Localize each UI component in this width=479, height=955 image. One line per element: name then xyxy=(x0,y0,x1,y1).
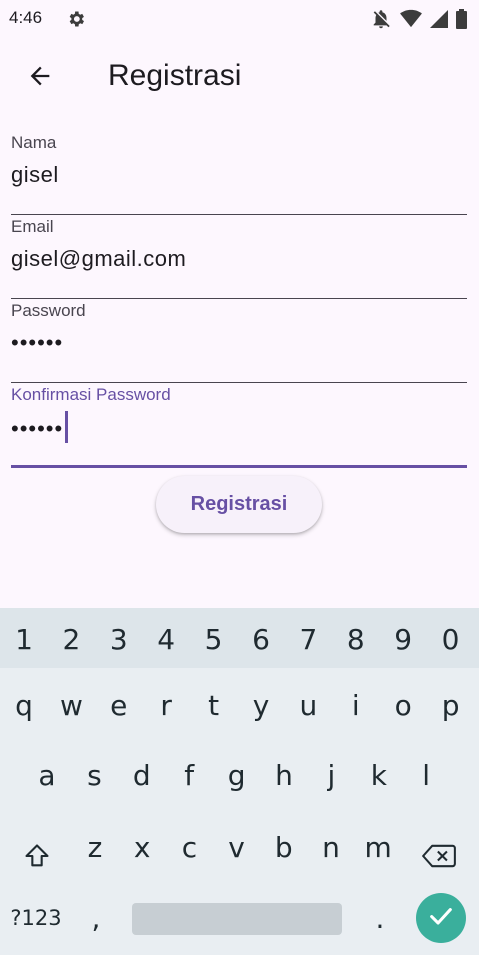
key-letter-row2-7[interactable]: k xyxy=(359,750,399,800)
key-letter-row3-1[interactable]: x xyxy=(122,822,162,872)
symbols-key[interactable]: ?123 xyxy=(4,898,68,938)
page-title: Registrasi xyxy=(108,59,242,92)
key-letter-row3-2[interactable]: c xyxy=(169,822,209,872)
wifi-icon xyxy=(400,9,422,29)
back-button[interactable] xyxy=(18,56,62,100)
register-button[interactable]: Registrasi xyxy=(156,476,322,533)
keyboard: 1234567890 qwertyuiop asdfghjkl zxcvbnm … xyxy=(0,608,479,955)
notifications-off-icon xyxy=(370,8,392,30)
key-number-6[interactable]: 7 xyxy=(288,614,328,664)
key-letter-row3-0[interactable]: z xyxy=(75,822,115,872)
status-bar: 4:46 xyxy=(0,0,479,38)
key-letter-row1-0[interactable]: q xyxy=(4,680,44,730)
enter-key[interactable] xyxy=(416,893,466,943)
key-number-0[interactable]: 1 xyxy=(4,614,44,664)
confirm-password-value-wrap: •••••• xyxy=(11,411,68,446)
text-cursor xyxy=(65,411,68,443)
key-letter-row2-6[interactable]: j xyxy=(311,750,351,800)
key-letter-row1-2[interactable]: e xyxy=(99,680,139,730)
key-number-2[interactable]: 3 xyxy=(99,614,139,664)
email-underline xyxy=(11,297,467,299)
shift-key[interactable] xyxy=(12,834,62,884)
space-bar[interactable] xyxy=(132,903,342,935)
key-number-1[interactable]: 2 xyxy=(51,614,91,664)
password-value: •••••• xyxy=(11,330,64,355)
key-number-7[interactable]: 8 xyxy=(336,614,376,664)
email-value: gisel@gmail.com xyxy=(11,246,187,271)
key-letter-row3-3[interactable]: v xyxy=(217,822,257,872)
period-key[interactable]: . xyxy=(362,898,398,938)
password-field[interactable]: Password •••••• xyxy=(11,301,467,383)
confirm-password-underline xyxy=(11,465,467,468)
key-letter-row2-3[interactable]: f xyxy=(169,750,209,800)
key-letter-row2-2[interactable]: d xyxy=(122,750,162,800)
key-number-4[interactable]: 5 xyxy=(194,614,234,664)
key-letter-row1-3[interactable]: r xyxy=(146,680,186,730)
key-letter-row3-5[interactable]: n xyxy=(311,822,351,872)
key-letter-row1-1[interactable]: w xyxy=(51,680,91,730)
backspace-key[interactable] xyxy=(414,834,464,884)
key-letter-row1-5[interactable]: y xyxy=(241,680,281,730)
password-label: Password xyxy=(11,301,86,320)
signal-icon xyxy=(430,10,448,28)
check-icon xyxy=(427,902,455,935)
key-letter-row1-6[interactable]: u xyxy=(288,680,328,730)
confirm-password-field[interactable]: Konfirmasi Password •••••• xyxy=(11,385,467,468)
key-letter-row1-7[interactable]: i xyxy=(336,680,376,730)
key-number-5[interactable]: 6 xyxy=(241,614,281,664)
key-letter-row2-1[interactable]: s xyxy=(74,750,114,800)
key-letter-row2-0[interactable]: a xyxy=(27,750,67,800)
key-letter-row3-4[interactable]: b xyxy=(264,822,304,872)
key-letter-row1-8[interactable]: o xyxy=(383,680,423,730)
password-underline xyxy=(11,381,467,383)
key-letter-row2-5[interactable]: h xyxy=(264,750,304,800)
email-label: Email xyxy=(11,217,54,236)
key-number-3[interactable]: 4 xyxy=(146,614,186,664)
key-number-8[interactable]: 9 xyxy=(383,614,423,664)
battery-icon xyxy=(456,9,467,29)
status-time: 4:46 xyxy=(9,8,43,27)
key-letter-row2-8[interactable]: l xyxy=(406,750,446,800)
name-field[interactable]: Nama gisel xyxy=(11,133,467,215)
confirm-password-value: •••••• xyxy=(11,415,64,441)
confirm-password-label: Konfirmasi Password xyxy=(11,385,171,404)
email-field[interactable]: Email gisel@gmail.com xyxy=(11,217,467,299)
gear-icon xyxy=(66,9,86,29)
name-label: Nama xyxy=(11,133,57,152)
comma-key[interactable]: , xyxy=(78,898,114,938)
key-letter-row1-4[interactable]: t xyxy=(194,680,234,730)
name-value: gisel xyxy=(11,162,59,187)
key-letter-row3-6[interactable]: m xyxy=(358,822,398,872)
arrow-back-icon xyxy=(26,62,54,95)
key-number-9[interactable]: 0 xyxy=(431,614,471,664)
key-letter-row2-4[interactable]: g xyxy=(217,750,257,800)
key-letter-row1-9[interactable]: p xyxy=(431,680,471,730)
backspace-icon xyxy=(422,843,456,876)
app-bar: Registrasi xyxy=(0,44,479,112)
shift-icon xyxy=(22,842,52,877)
name-underline xyxy=(11,213,467,215)
